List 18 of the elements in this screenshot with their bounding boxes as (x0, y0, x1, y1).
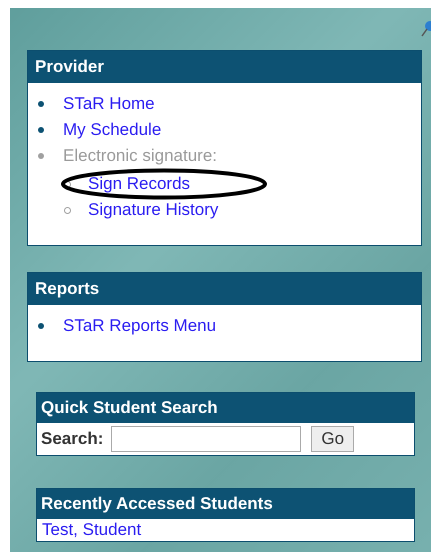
panel-header: Recently Accessed Students (37, 489, 414, 519)
menu-link[interactable]: STaR Home (63, 94, 155, 113)
bullet-icon (38, 323, 44, 329)
panel-header: Reports (28, 273, 421, 305)
bullet-icon (38, 153, 44, 159)
bullet-icon (38, 101, 44, 107)
student-link[interactable]: Test, Student (42, 520, 142, 539)
bullet-icon (64, 206, 71, 214)
panel-header: Quick Student Search (37, 393, 414, 423)
search-label: Search: (41, 429, 104, 449)
menu-label: Electronic signature: (63, 146, 218, 165)
bullet-icon (38, 127, 44, 133)
menu-link[interactable]: STaR Reports Menu (63, 316, 216, 335)
panel-header: Provider (28, 51, 421, 83)
go-button[interactable]: Go (311, 426, 354, 452)
search-field[interactable] (111, 426, 302, 452)
menu-link[interactable]: My Schedule (63, 120, 162, 139)
pin-icon (421, 20, 431, 38)
